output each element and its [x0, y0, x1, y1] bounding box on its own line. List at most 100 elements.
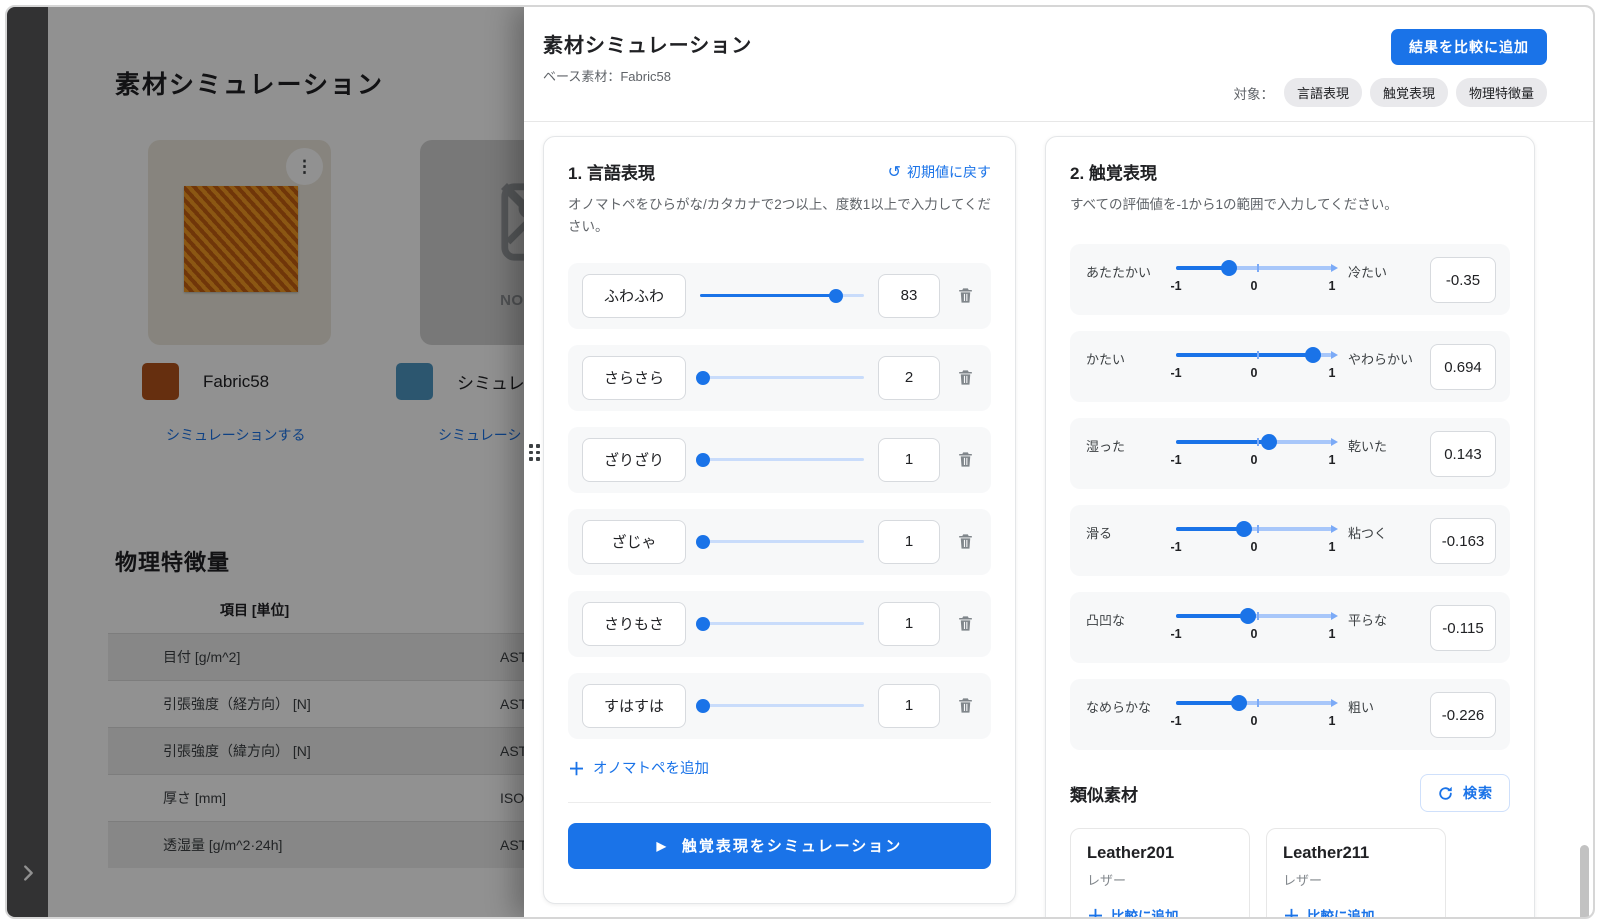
onomatopoeia-word-input[interactable]	[582, 684, 686, 728]
delete-row-button[interactable]	[954, 612, 977, 635]
trash-icon	[956, 286, 975, 305]
tactile-slider[interactable]: -101	[1176, 692, 1338, 736]
add-onomatopoeia-button[interactable]: ＋ オノマトペを追加	[568, 755, 709, 780]
tactile-value-input[interactable]	[1430, 344, 1496, 390]
slider-track	[700, 622, 864, 625]
delete-row-button[interactable]	[954, 448, 977, 471]
tactile-slider[interactable]: -101	[1176, 431, 1338, 475]
tactile-slider[interactable]: -101	[1176, 257, 1338, 301]
search-similar-button[interactable]: 検索	[1420, 774, 1510, 812]
trash-icon	[956, 532, 975, 551]
onomatopoeia-row	[568, 345, 991, 411]
slider-end-arrow	[1331, 351, 1338, 359]
plus-icon: ＋	[1283, 902, 1300, 919]
target-label: 対象：	[1233, 83, 1274, 103]
slider-mid-tick	[1257, 699, 1259, 707]
intensity-value-input[interactable]	[878, 438, 940, 482]
badge-language[interactable]: 言語表現	[1284, 78, 1362, 107]
intensity-slider[interactable]	[700, 534, 864, 550]
tactile-expression-card: 2. 触覚表現 すべての評価値を-1から1の範囲で入力してください。 あたたかい…	[1045, 136, 1535, 919]
add-to-compare-button[interactable]: ＋比較に追加	[1283, 902, 1375, 919]
slider-tick: 0	[1251, 627, 1258, 641]
tactile-value-input[interactable]	[1430, 692, 1496, 738]
slider-mid-tick	[1257, 264, 1259, 272]
intensity-slider[interactable]	[700, 370, 864, 386]
trash-icon	[956, 368, 975, 387]
slider-tick: 0	[1251, 540, 1258, 554]
slider-thumb[interactable]	[1221, 260, 1237, 276]
badge-tactile[interactable]: 触覚表現	[1370, 78, 1448, 107]
slider-thumb[interactable]	[1261, 434, 1277, 450]
add-to-compare-label: 比較に追加	[1111, 905, 1179, 919]
slider-thumb[interactable]	[1305, 347, 1321, 363]
slider-track	[700, 704, 864, 707]
language-card-description: オノマトペをひらがな/カタカナで2つ以上、度数1以上で入力してください。	[568, 194, 991, 239]
add-result-to-compare-button[interactable]: 結果を比較に追加	[1391, 29, 1547, 65]
slider-tick: -1	[1170, 627, 1181, 641]
similar-material-name: Leather201	[1087, 844, 1233, 863]
tactile-right-label: 乾いた	[1348, 431, 1420, 455]
slider-thumb[interactable]	[1240, 608, 1256, 624]
slider-track	[700, 376, 864, 379]
slider-thumb[interactable]	[696, 535, 710, 549]
add-to-compare-button[interactable]: ＋比較に追加	[1087, 902, 1179, 919]
tactile-left-label: 滑る	[1086, 518, 1166, 542]
tactile-slider[interactable]: -101	[1176, 518, 1338, 562]
intensity-value-input[interactable]	[878, 684, 940, 728]
slider-tick: -1	[1170, 279, 1181, 293]
intensity-value-input[interactable]	[878, 356, 940, 400]
tactile-row: 凸凹な-101平らな	[1070, 592, 1510, 663]
slider-tick: 1	[1329, 366, 1336, 380]
intensity-slider[interactable]	[700, 698, 864, 714]
tactile-value-input[interactable]	[1430, 431, 1496, 477]
similar-material-card[interactable]: Leather201レザー＋比較に追加	[1070, 828, 1250, 919]
intensity-value-input[interactable]	[878, 602, 940, 646]
slider-thumb[interactable]	[696, 453, 710, 467]
delete-row-button[interactable]	[954, 530, 977, 553]
slider-tick: 1	[1329, 714, 1336, 728]
slider-thumb[interactable]	[829, 289, 843, 303]
onomatopoeia-word-input[interactable]	[582, 520, 686, 564]
intensity-slider[interactable]	[700, 288, 864, 304]
drawer-resize-handle[interactable]	[529, 444, 540, 461]
onomatopoeia-word-input[interactable]	[582, 602, 686, 646]
delete-row-button[interactable]	[954, 284, 977, 307]
intensity-value-input[interactable]	[878, 274, 940, 318]
slider-tick: 0	[1251, 279, 1258, 293]
simulate-tactile-button[interactable]: ▶ 触覚表現をシミュレーション	[568, 823, 991, 869]
slider-thumb[interactable]	[1236, 521, 1252, 537]
slider-tick: 0	[1251, 453, 1258, 467]
slider-tick: 1	[1329, 453, 1336, 467]
refresh-icon	[1437, 785, 1454, 802]
slider-tick-labels: -101	[1176, 540, 1332, 556]
slider-thumb[interactable]	[696, 617, 710, 631]
onomatopoeia-word-input[interactable]	[582, 274, 686, 318]
tactile-value-input[interactable]	[1430, 257, 1496, 303]
onomatopoeia-word-input[interactable]	[582, 438, 686, 482]
drawer-scrollbar-thumb[interactable]	[1580, 845, 1589, 919]
trash-icon	[956, 450, 975, 469]
tactile-left-label: あたたかい	[1086, 257, 1166, 281]
tactile-value-input[interactable]	[1430, 605, 1496, 651]
delete-row-button[interactable]	[954, 694, 977, 717]
slider-tick-labels: -101	[1176, 453, 1332, 469]
slider-thumb[interactable]	[696, 699, 710, 713]
tactile-slider[interactable]: -101	[1176, 344, 1338, 388]
onomatopoeia-word-input[interactable]	[582, 356, 686, 400]
tactile-value-input[interactable]	[1430, 518, 1496, 564]
delete-row-button[interactable]	[954, 366, 977, 389]
slider-thumb[interactable]	[696, 371, 710, 385]
tactile-slider[interactable]: -101	[1176, 605, 1338, 649]
slider-fill	[1176, 701, 1239, 705]
intensity-slider[interactable]	[700, 452, 864, 468]
intensity-value-input[interactable]	[878, 520, 940, 564]
badge-physical[interactable]: 物理特徴量	[1456, 78, 1547, 107]
slider-tick: -1	[1170, 366, 1181, 380]
slider-thumb[interactable]	[1231, 695, 1247, 711]
similar-material-card[interactable]: Leather211レザー＋比較に追加	[1266, 828, 1446, 919]
intensity-slider[interactable]	[700, 616, 864, 632]
slider-fill	[1176, 440, 1269, 444]
slider-tick: 0	[1251, 714, 1258, 728]
tactile-left-label: なめらかな	[1086, 692, 1166, 716]
reset-to-defaults-button[interactable]: ↺ 初期値に戻す	[888, 162, 991, 182]
